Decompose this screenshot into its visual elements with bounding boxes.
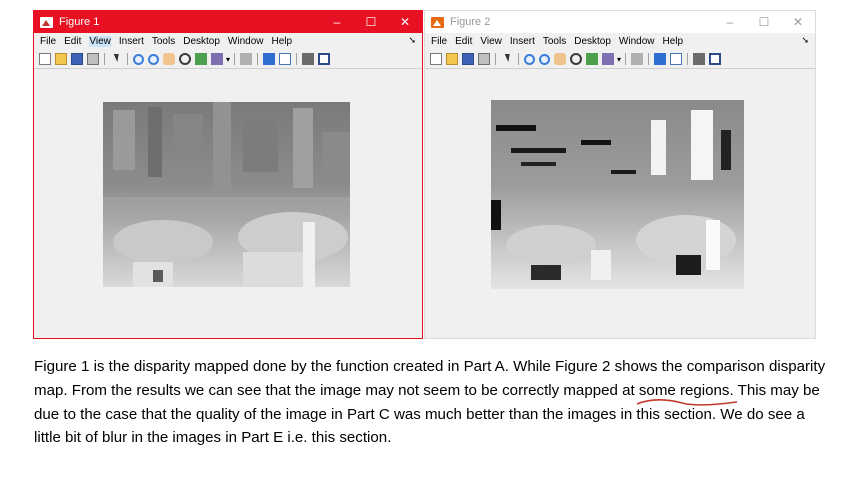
minimize-button[interactable]: – bbox=[320, 11, 354, 33]
close-button[interactable]: ✕ bbox=[388, 11, 422, 33]
data-cursor-icon[interactable] bbox=[195, 53, 207, 65]
rotate-3d-icon[interactable] bbox=[179, 53, 191, 65]
underlined-phrase: some regions bbox=[636, 381, 737, 406]
rotate-3d-icon[interactable] bbox=[570, 53, 582, 65]
toolbar-separator bbox=[648, 53, 650, 65]
disparity-map-image bbox=[103, 102, 350, 287]
menu-window[interactable]: Window bbox=[228, 36, 264, 47]
menu-desktop[interactable]: Desktop bbox=[183, 36, 220, 47]
hide-plot-tools-icon[interactable] bbox=[693, 53, 706, 65]
show-plot-tools-icon[interactable] bbox=[709, 53, 722, 65]
menu-desktop[interactable]: Desktop bbox=[574, 36, 611, 47]
menu-insert[interactable]: Insert bbox=[510, 36, 535, 47]
link-icon[interactable] bbox=[631, 53, 644, 65]
menu-view[interactable]: View bbox=[480, 36, 502, 47]
figure-toolbar: ▾ bbox=[425, 50, 815, 69]
legend-icon[interactable] bbox=[670, 53, 683, 65]
toolbar-separator bbox=[296, 53, 298, 65]
hide-plot-tools-icon[interactable] bbox=[302, 53, 315, 65]
pointer-icon[interactable] bbox=[501, 53, 513, 65]
minimize-button[interactable]: – bbox=[713, 11, 747, 33]
toolbar-separator bbox=[687, 53, 689, 65]
open-file-icon[interactable] bbox=[55, 53, 67, 65]
open-file-icon[interactable] bbox=[446, 53, 458, 65]
toolbar-separator bbox=[234, 53, 236, 65]
menu-overflow-icon[interactable]: ➘ bbox=[801, 35, 809, 46]
link-icon[interactable] bbox=[240, 53, 253, 65]
toolbar-separator bbox=[127, 53, 128, 65]
matlab-icon bbox=[40, 16, 53, 28]
menu-bar: File Edit View Insert Tools Desktop Wind… bbox=[34, 33, 422, 50]
close-button[interactable]: ✕ bbox=[781, 11, 815, 33]
pan-icon[interactable] bbox=[163, 53, 175, 65]
chevron-down-icon[interactable]: ▾ bbox=[617, 55, 621, 64]
new-figure-icon[interactable] bbox=[430, 53, 442, 65]
title-bar[interactable]: Figure 2 – ☐ ✕ bbox=[425, 11, 815, 33]
toolbar-separator bbox=[518, 53, 519, 65]
print-icon[interactable] bbox=[478, 53, 490, 65]
figure-toolbar: ▾ bbox=[34, 50, 422, 69]
menu-help[interactable]: Help bbox=[663, 36, 684, 47]
toolbar-separator bbox=[495, 53, 496, 65]
chevron-down-icon[interactable]: ▾ bbox=[226, 55, 230, 64]
maximize-button[interactable]: ☐ bbox=[354, 11, 388, 33]
menu-window[interactable]: Window bbox=[619, 36, 655, 47]
maximize-button[interactable]: ☐ bbox=[747, 11, 781, 33]
menu-insert[interactable]: Insert bbox=[119, 36, 144, 47]
matlab-icon bbox=[431, 16, 444, 28]
menu-view[interactable]: View bbox=[89, 36, 111, 47]
menu-bar: File Edit View Insert Tools Desktop Wind… bbox=[425, 33, 815, 50]
menu-edit[interactable]: Edit bbox=[455, 36, 472, 47]
colorbar-icon[interactable] bbox=[263, 53, 276, 65]
red-underline-annotation bbox=[636, 398, 737, 406]
toolbar-separator bbox=[257, 53, 259, 65]
save-icon[interactable] bbox=[71, 53, 83, 65]
zoom-out-icon[interactable] bbox=[148, 53, 159, 65]
figure-canvas[interactable] bbox=[34, 68, 422, 338]
menu-tools[interactable]: Tools bbox=[543, 36, 566, 47]
legend-icon[interactable] bbox=[279, 53, 292, 65]
disparity-map-image bbox=[491, 100, 744, 289]
title-bar[interactable]: Figure 1 – ☐ ✕ bbox=[34, 11, 422, 33]
pan-icon[interactable] bbox=[554, 53, 566, 65]
show-plot-tools-icon[interactable] bbox=[318, 53, 331, 65]
menu-tools[interactable]: Tools bbox=[152, 36, 175, 47]
print-icon[interactable] bbox=[87, 53, 99, 65]
menu-file[interactable]: File bbox=[40, 36, 56, 47]
zoom-out-icon[interactable] bbox=[539, 53, 550, 65]
data-cursor-icon[interactable] bbox=[586, 53, 598, 65]
brush-icon[interactable] bbox=[602, 53, 614, 65]
window-title: Figure 2 bbox=[450, 16, 491, 28]
caption-paragraph: Figure 1 is the disparity mapped done by… bbox=[34, 355, 834, 450]
menu-help[interactable]: Help bbox=[272, 36, 293, 47]
menu-overflow-icon[interactable]: ➘ bbox=[408, 35, 416, 46]
toolbar-separator bbox=[625, 53, 627, 65]
toolbar-separator bbox=[104, 53, 105, 65]
new-figure-icon[interactable] bbox=[39, 53, 51, 65]
colorbar-icon[interactable] bbox=[654, 53, 667, 65]
figure-2-window: Figure 2 – ☐ ✕ File Edit View Insert Too… bbox=[424, 10, 816, 339]
underlined-text: some regions bbox=[638, 381, 730, 399]
brush-icon[interactable] bbox=[211, 53, 223, 65]
menu-file[interactable]: File bbox=[431, 36, 447, 47]
menu-edit[interactable]: Edit bbox=[64, 36, 81, 47]
figure-canvas[interactable] bbox=[425, 68, 815, 338]
zoom-in-icon[interactable] bbox=[524, 53, 535, 65]
save-icon[interactable] bbox=[462, 53, 474, 65]
figure-1-window: Figure 1 – ☐ ✕ File Edit View Insert Too… bbox=[33, 10, 423, 339]
window-title: Figure 1 bbox=[59, 16, 100, 28]
pointer-icon[interactable] bbox=[110, 53, 122, 65]
zoom-in-icon[interactable] bbox=[133, 53, 144, 65]
